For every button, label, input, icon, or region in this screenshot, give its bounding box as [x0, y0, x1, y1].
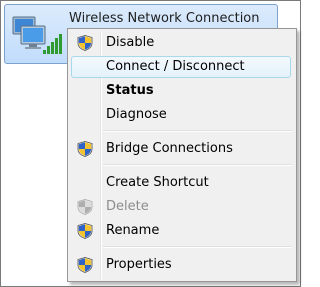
menu-item-connect-disconnect[interactable]: Connect / Disconnect	[71, 56, 291, 78]
uac-shield-icon	[77, 141, 93, 157]
menu-item-bridge-connections[interactable]: Bridge Connections	[71, 138, 291, 160]
wireless-network-icon	[12, 16, 62, 54]
menu-separator	[103, 130, 291, 132]
menu-item-label: Rename	[106, 223, 160, 238]
uac-shield-icon	[77, 223, 93, 239]
menu-item-label: Create Shortcut	[106, 175, 209, 190]
uac-shield-icon	[77, 257, 93, 273]
menu-item-label: Diagnose	[106, 107, 167, 122]
screenshot-frame: Wireless Network Connection Disable Conn…	[0, 0, 301, 287]
menu-item-rename[interactable]: Rename	[71, 220, 291, 242]
menu-item-properties[interactable]: Properties	[71, 254, 291, 276]
menu-item-delete: Delete	[71, 196, 291, 218]
menu-item-label: Disable	[106, 35, 155, 50]
menu-item-disable[interactable]: Disable	[71, 32, 291, 54]
menu-item-label: Properties	[106, 257, 172, 272]
menu-item-diagnose[interactable]: Diagnose	[71, 104, 291, 126]
menu-item-label: Bridge Connections	[106, 141, 233, 156]
menu-separator	[103, 164, 291, 166]
context-menu: Disable Connect / Disconnect Status Diag…	[67, 28, 297, 282]
menu-item-create-shortcut[interactable]: Create Shortcut	[71, 172, 291, 194]
menu-item-status[interactable]: Status	[71, 80, 291, 102]
menu-item-label: Status	[106, 83, 154, 98]
network-connection-title: Wireless Network Connection	[69, 11, 260, 26]
menu-item-label: Connect / Disconnect	[106, 59, 245, 74]
uac-shield-icon	[77, 199, 93, 215]
menu-separator	[103, 246, 291, 248]
uac-shield-icon	[77, 35, 93, 51]
menu-item-label: Delete	[106, 199, 149, 214]
